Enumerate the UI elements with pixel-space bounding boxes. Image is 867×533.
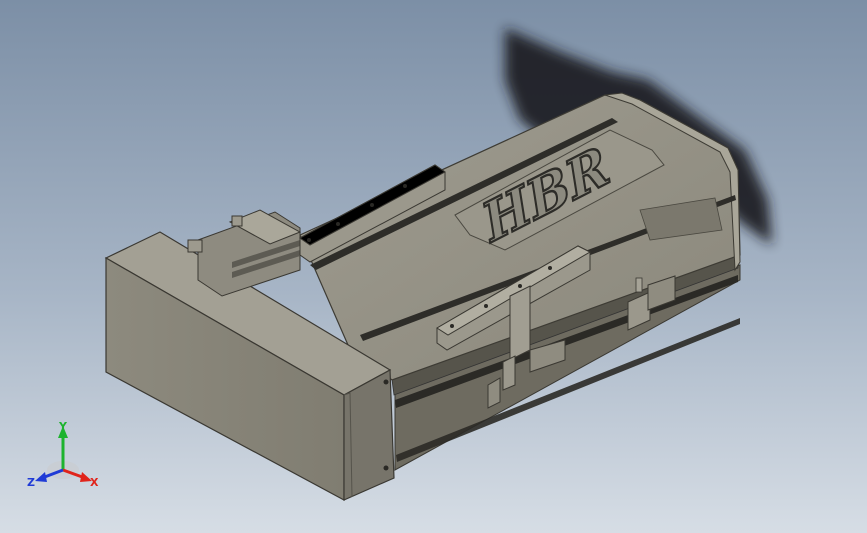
x-axis-label: X (90, 476, 99, 489)
orientation-triad[interactable]: Y X Z (22, 420, 104, 492)
graphics-viewport[interactable]: HBR Y X Z (0, 0, 867, 533)
y-axis-label: Y (58, 420, 68, 433)
z-axis-label: Z (27, 476, 35, 489)
coupling-assembly[interactable] (187, 209, 302, 297)
z-axis-arrow-icon (35, 472, 47, 482)
cad-model-view[interactable]: HBR (0, 0, 867, 533)
